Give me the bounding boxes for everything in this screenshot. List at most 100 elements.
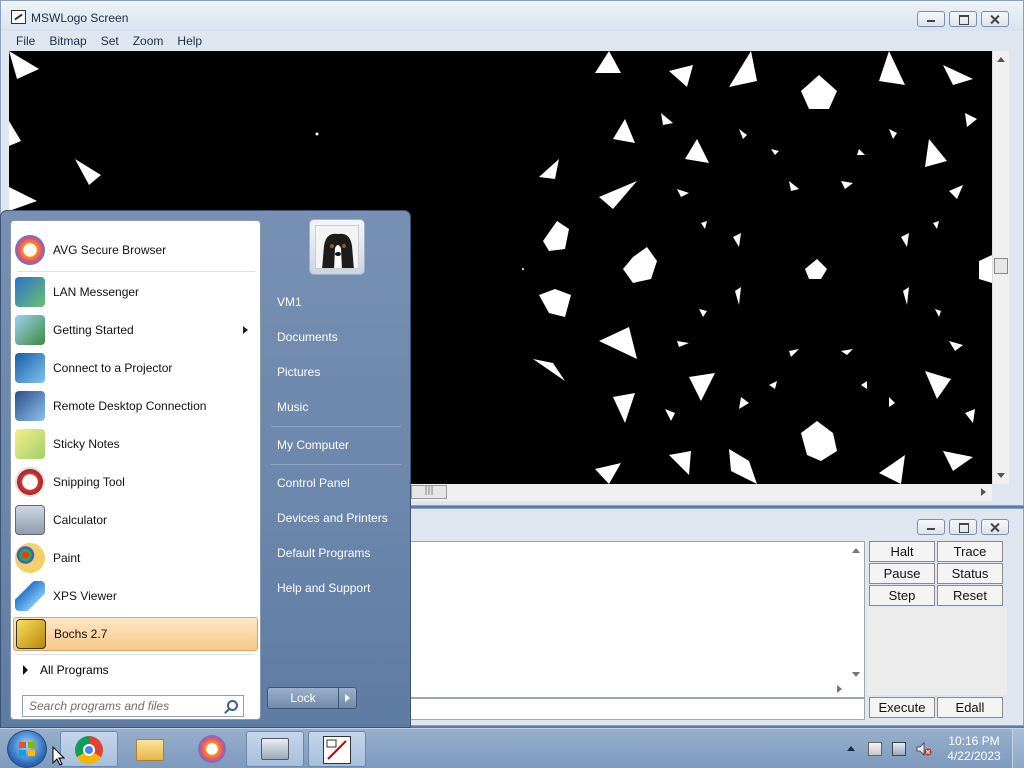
- taskbar-keyboard-app[interactable]: [246, 731, 304, 767]
- horizontal-scroll-thumb[interactable]: |||: [411, 485, 447, 499]
- reset-button[interactable]: Reset: [937, 585, 1003, 606]
- file-explorer-icon: [136, 739, 164, 761]
- scroll-down-arrow-icon[interactable]: [997, 473, 1005, 478]
- program-sticky-notes[interactable]: Sticky Notes: [13, 427, 258, 461]
- all-programs-button[interactable]: All Programs: [17, 658, 255, 682]
- start-item-pictures[interactable]: Pictures: [277, 365, 320, 379]
- mswlogo-app-icon: [11, 10, 26, 24]
- history-scroll-down-icon[interactable]: [852, 672, 860, 677]
- menu-bitmap[interactable]: Bitmap: [42, 32, 93, 50]
- calculator-icon: [15, 505, 45, 535]
- status-button[interactable]: Status: [937, 563, 1003, 584]
- avg-browser-icon: [15, 235, 45, 265]
- trace-button[interactable]: Trace: [937, 541, 1003, 562]
- minimize-button[interactable]: [917, 11, 945, 27]
- step-button[interactable]: Step: [869, 585, 935, 606]
- keyboard-app-icon: [261, 738, 289, 760]
- start-item-music[interactable]: Music: [277, 400, 308, 414]
- start-item-control-panel[interactable]: Control Panel: [277, 476, 350, 490]
- start-item-help-support[interactable]: Help and Support: [277, 581, 370, 595]
- commander-maximize-button[interactable]: [949, 519, 977, 535]
- network-icon[interactable]: [892, 742, 906, 756]
- menu-bar: File Bitmap Set Zoom Help: [9, 32, 209, 50]
- volume-muted-icon[interactable]: [916, 742, 932, 756]
- avg-browser-icon: [198, 735, 226, 763]
- edall-button[interactable]: Edall: [937, 697, 1003, 718]
- start-item-default-programs[interactable]: Default Programs: [277, 546, 370, 560]
- vertical-scroll-thumb[interactable]: [994, 258, 1008, 274]
- show-desktop-button[interactable]: [1012, 729, 1024, 768]
- command-input[interactable]: [409, 698, 865, 720]
- system-tray: 10:16 PM 4/22/2023: [840, 729, 1024, 768]
- separator: [17, 654, 255, 655]
- program-getting-started[interactable]: Getting Started: [13, 313, 258, 347]
- menu-set[interactable]: Set: [94, 32, 126, 50]
- program-xps-viewer[interactable]: XPS Viewer: [13, 579, 258, 613]
- command-history-list[interactable]: [409, 541, 865, 698]
- clock[interactable]: 10:16 PM 4/22/2023: [944, 734, 1004, 764]
- chrome-icon: [75, 736, 103, 764]
- program-connect-to-projector[interactable]: Connect to a Projector: [13, 351, 258, 385]
- program-avg-secure-browser[interactable]: AVG Secure Browser: [13, 233, 258, 267]
- canvas-vertical-scrollbar[interactable]: [992, 51, 1009, 484]
- submenu-arrow-icon: [243, 326, 248, 334]
- avatar: [315, 225, 359, 269]
- mouse-cursor-icon: [52, 746, 66, 766]
- start-menu: AVG Secure Browser LAN Messenger Getting…: [0, 210, 411, 728]
- getting-started-icon: [15, 315, 45, 345]
- shutdown-options-arrow-icon[interactable]: [345, 694, 350, 702]
- title-bar[interactable]: MSWLogo Screen: [1, 1, 1023, 31]
- start-item-user[interactable]: VM1: [277, 295, 302, 309]
- commander-minimize-button[interactable]: [917, 519, 945, 535]
- start-item-devices-printers[interactable]: Devices and Printers: [277, 511, 388, 525]
- program-paint[interactable]: Paint: [13, 541, 258, 575]
- program-remote-desktop[interactable]: Remote Desktop Connection: [13, 389, 258, 423]
- close-button[interactable]: [981, 11, 1009, 27]
- user-avatar-frame[interactable]: [309, 219, 365, 275]
- search-box[interactable]: [22, 695, 244, 717]
- lan-messenger-icon: [15, 277, 45, 307]
- taskbar-mswlogo[interactable]: [308, 731, 366, 767]
- projector-icon: [15, 353, 45, 383]
- scroll-right-arrow-icon[interactable]: [981, 488, 986, 496]
- dog-photo-icon: [316, 226, 358, 268]
- history-scroll-up-icon[interactable]: [852, 548, 860, 553]
- paint-icon: [15, 543, 45, 573]
- taskbar-file-explorer[interactable]: [122, 731, 180, 767]
- pause-button[interactable]: Pause: [869, 563, 935, 584]
- all-programs-arrow-icon: [23, 665, 28, 675]
- start-item-documents[interactable]: Documents: [277, 330, 338, 344]
- clock-time: 10:16 PM: [948, 734, 1000, 748]
- program-calculator[interactable]: Calculator: [13, 503, 258, 537]
- commander-close-button[interactable]: [981, 519, 1009, 535]
- menu-file[interactable]: File: [9, 32, 42, 50]
- start-programs-pane: AVG Secure Browser LAN Messenger Getting…: [10, 220, 261, 720]
- lock-button[interactable]: Lock: [267, 687, 357, 709]
- action-center-flag-icon[interactable]: [868, 742, 882, 756]
- mswlogo-icon: [323, 736, 351, 764]
- xps-viewer-icon: [15, 581, 45, 611]
- taskbar-chrome[interactable]: [60, 731, 118, 767]
- maximize-button[interactable]: [949, 11, 977, 27]
- history-scroll-right-icon[interactable]: [837, 685, 842, 693]
- program-snipping-tool[interactable]: Snipping Tool: [13, 465, 258, 499]
- taskbar: 10:16 PM 4/22/2023: [0, 728, 1024, 768]
- snipping-tool-icon: [15, 467, 45, 497]
- program-lan-messenger[interactable]: LAN Messenger: [13, 275, 258, 309]
- show-hidden-icons-icon[interactable]: [847, 746, 855, 751]
- program-bochs[interactable]: Bochs 2.7: [13, 617, 258, 651]
- start-button[interactable]: [7, 730, 47, 768]
- windows-logo-icon: [19, 742, 36, 757]
- menu-help[interactable]: Help: [170, 32, 209, 50]
- taskbar-avg-browser[interactable]: [184, 731, 242, 767]
- separator: [271, 426, 401, 427]
- sticky-notes-icon: [15, 429, 45, 459]
- separator: [271, 464, 401, 465]
- search-input[interactable]: [23, 696, 213, 716]
- menu-zoom[interactable]: Zoom: [126, 32, 171, 50]
- search-icon[interactable]: [227, 700, 238, 711]
- scroll-up-arrow-icon[interactable]: [997, 57, 1005, 62]
- execute-button[interactable]: Execute: [869, 697, 935, 718]
- halt-button[interactable]: Halt: [869, 541, 935, 562]
- start-item-my-computer[interactable]: My Computer: [277, 438, 349, 452]
